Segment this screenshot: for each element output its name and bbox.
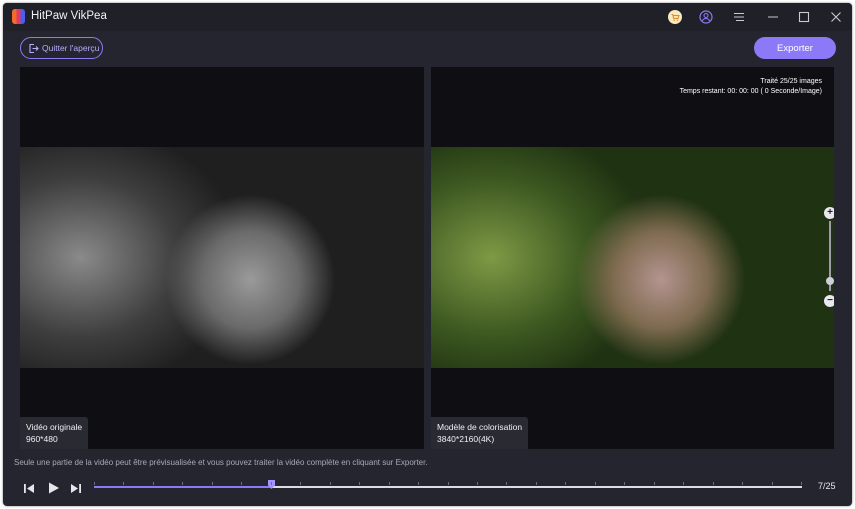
original-video-frame [20,147,424,368]
export-button[interactable]: Exporter [754,37,836,59]
maximize-icon [798,11,810,23]
timeline-track[interactable] [94,480,802,489]
timeline-tick [506,482,507,485]
previous-frame-button[interactable] [20,479,38,497]
timeline-tick [654,482,655,485]
model-label: Modèle de colorisation [437,422,523,432]
original-label: Vidéo originale [26,422,83,432]
original-resolution: 960*480 [26,434,58,444]
timeline-tick [182,482,183,485]
timeline-tick [477,482,478,485]
timeline-tick [595,482,596,485]
account-icon [699,10,713,24]
timeline-tick [565,482,566,485]
timeline-tick [713,482,714,485]
app-title: HitPaw VikPea [31,10,107,22]
close-button[interactable] [822,3,850,31]
quit-preview-label: Quitter l'aperçu [42,43,100,53]
model-resolution: 3840*2160(4K) [437,434,495,444]
toolbar: Quitter l'aperçu Exporter [3,31,852,67]
model-info-label: Modèle de colorisation 3840*2160(4K) [431,417,529,449]
app-logo-icon [12,9,25,24]
timeline-tick [624,482,625,485]
next-frame-icon [71,483,81,493]
zoom-in-icon[interactable]: + [824,207,834,219]
app-window: HitPaw VikPea Quitter l'aperçu Exporter … [3,3,852,506]
timeline-tick [212,482,213,485]
timeline-tick [683,482,684,485]
result-preview-panel: Traité 25/25 images Temps restant: 00: 0… [431,67,834,449]
timeline-tick [123,482,124,485]
timeline-tick [448,482,449,485]
exit-icon [29,43,39,53]
original-preview-panel: Vidéo originale 960*480 [20,67,424,449]
timeline-tick [389,482,390,485]
menu-icon [734,12,744,22]
preview-hint: Seule une partie de la vidéo peut être p… [14,458,428,467]
minimize-button[interactable] [759,3,787,31]
zoom-slider[interactable]: + − [823,207,834,307]
timeline-tick [801,482,802,485]
timeline-progress [94,486,271,488]
timeline-tick [271,482,272,485]
timeline-tick [536,482,537,485]
next-frame-button[interactable] [67,479,85,497]
zoom-handle[interactable] [826,276,834,285]
timeline-tick [418,482,419,485]
frame-counter: 7/25 [818,481,836,491]
timeline-tick [772,482,773,485]
processing-info: Traité 25/25 images Temps restant: 00: 0… [680,77,822,97]
cart-icon [668,10,682,24]
title-bar: HitPaw VikPea [3,3,852,31]
timeline-tick [330,482,331,485]
playback-controls: 7/25 [3,473,852,506]
play-icon [48,482,59,494]
account-button[interactable] [692,3,720,31]
timeline-tick [359,482,360,485]
remaining-time: Temps restant: 00: 00: 00 ( 0 Seconde/Im… [679,88,822,95]
timeline-tick [94,482,95,485]
processed-count: Traité 25/25 images [760,78,822,85]
timeline-tick [742,482,743,485]
minimize-icon [768,16,778,18]
colorized-video-frame [431,147,834,368]
menu-button[interactable] [725,3,753,31]
quit-preview-button[interactable]: Quitter l'aperçu [20,37,103,59]
maximize-button[interactable] [790,3,818,31]
timeline-tick [153,482,154,485]
timeline-tick [241,482,242,485]
zoom-out-icon[interactable]: − [824,295,834,307]
close-icon [831,12,841,22]
play-button[interactable] [44,479,62,497]
cart-button[interactable] [661,3,689,31]
original-info-label: Vidéo originale 960*480 [20,417,89,449]
previous-frame-icon [24,483,34,493]
timeline-tick [300,482,301,485]
